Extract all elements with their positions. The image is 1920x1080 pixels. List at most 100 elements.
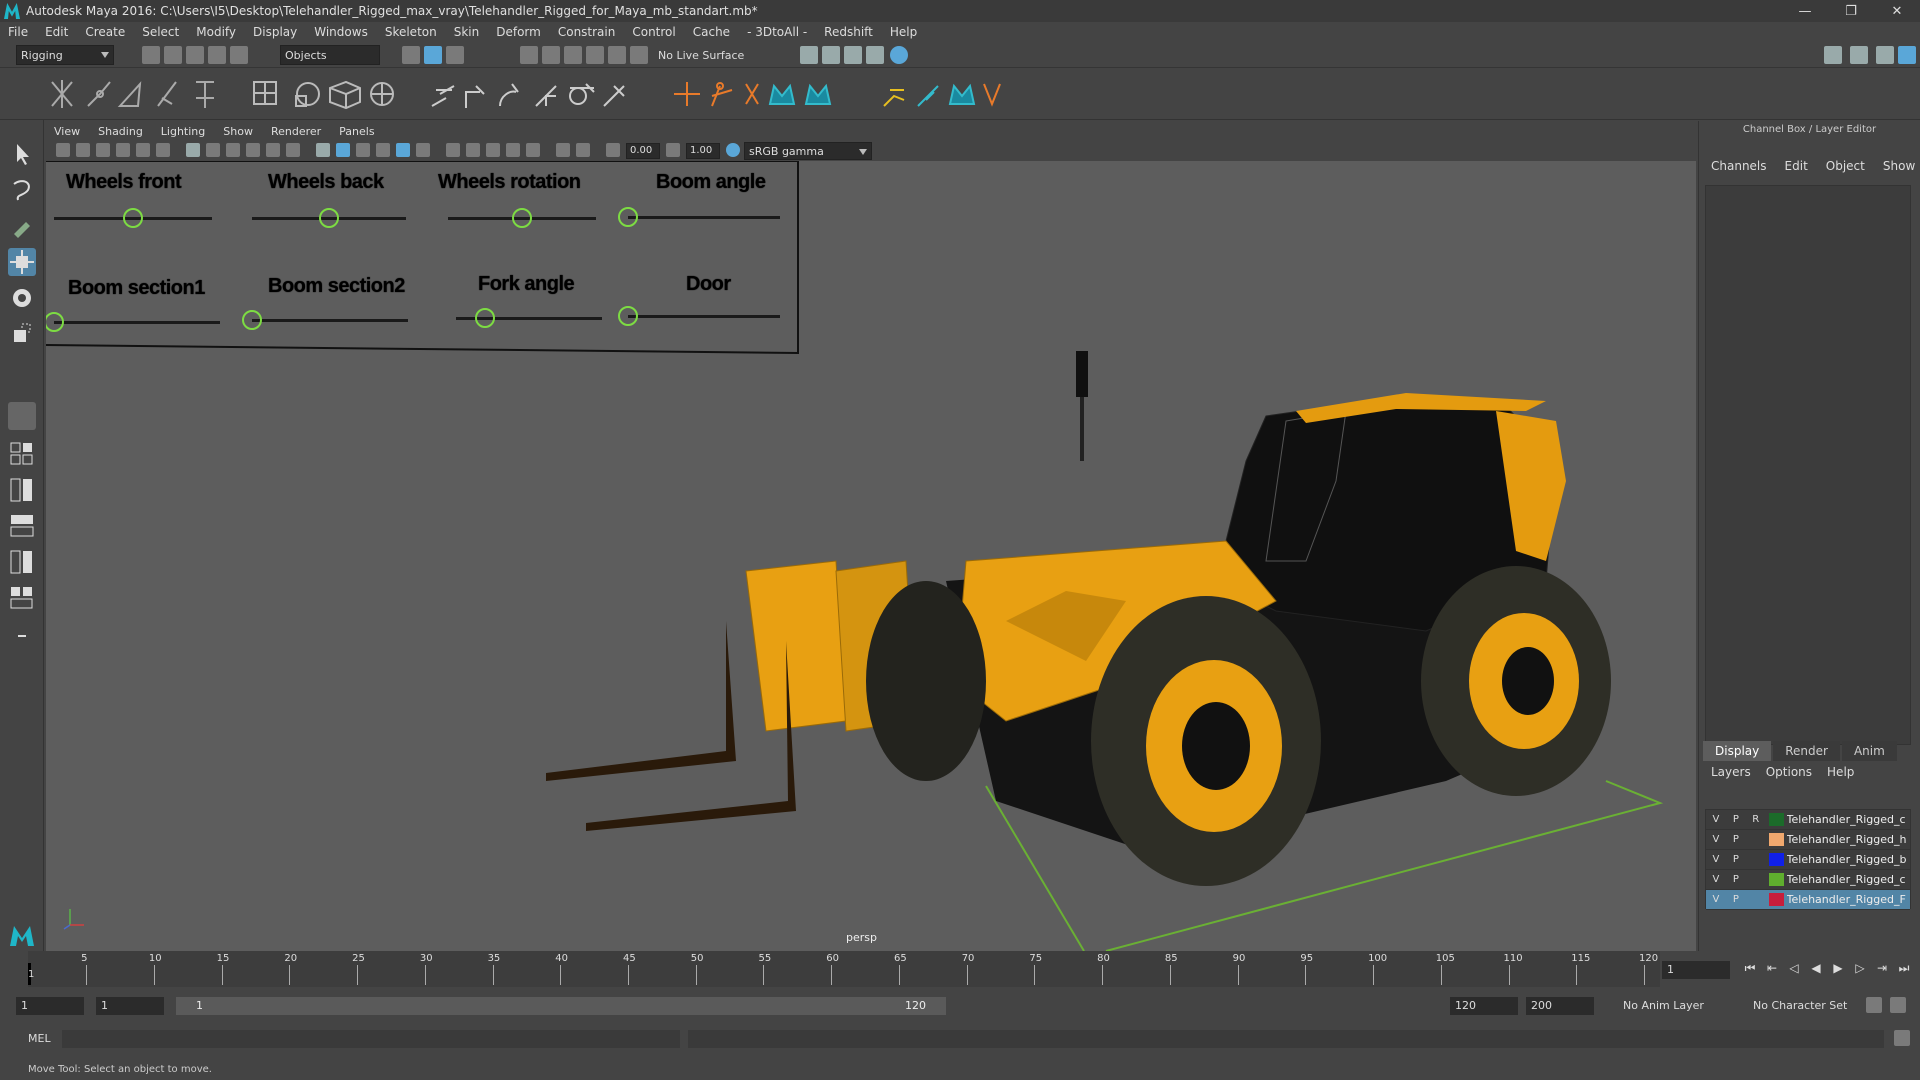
- undo-icon[interactable]: [208, 46, 226, 64]
- hypershade-icon[interactable]: [890, 46, 908, 64]
- maya-home-icon[interactable]: [8, 920, 36, 948]
- color-space-dropdown[interactable]: sRGB gamma: [744, 142, 872, 160]
- layer-color-swatch[interactable]: [1768, 813, 1784, 826]
- menu-deform[interactable]: Deform: [496, 25, 541, 39]
- panel-menu-show[interactable]: Show: [223, 125, 253, 138]
- menu-3dtoall[interactable]: - 3DtoAll -: [747, 25, 807, 39]
- menu-select[interactable]: Select: [142, 25, 179, 39]
- layer-menu-help[interactable]: Help: [1827, 765, 1854, 779]
- layer-visible-toggle[interactable]: V: [1706, 814, 1726, 825]
- anim-layer-dropdown[interactable]: No Anim Layer: [1618, 997, 1730, 1015]
- current-frame-field[interactable]: 1: [1662, 961, 1730, 979]
- xray-active-icon[interactable]: [576, 143, 590, 157]
- playback-end-field[interactable]: 120: [1450, 997, 1518, 1015]
- step-back-frame-icon[interactable]: ◁: [1786, 961, 1802, 975]
- snap-together-icon[interactable]: [630, 46, 648, 64]
- panel-menu-lighting[interactable]: Lighting: [161, 125, 205, 138]
- safe-action-icon[interactable]: [286, 143, 300, 157]
- layer-playback-toggle[interactable]: P: [1726, 894, 1746, 905]
- menu-skeleton[interactable]: Skeleton: [385, 25, 437, 39]
- layer-visible-toggle[interactable]: V: [1706, 834, 1726, 845]
- layer-playback-toggle[interactable]: P: [1726, 854, 1746, 865]
- panel-menu-view[interactable]: View: [54, 125, 80, 138]
- anim-start-field[interactable]: 1: [16, 997, 84, 1015]
- menu-display[interactable]: Display: [253, 25, 297, 39]
- go-to-end-icon[interactable]: ⏭: [1896, 961, 1912, 975]
- gamma-icon[interactable]: [666, 143, 680, 157]
- layer-playback-toggle[interactable]: P: [1726, 834, 1746, 845]
- menu-redshift[interactable]: Redshift: [824, 25, 873, 39]
- layout-single-icon[interactable]: [8, 402, 36, 430]
- panel-menu-panels[interactable]: Panels: [339, 125, 374, 138]
- panel-menu-renderer[interactable]: Renderer: [271, 125, 321, 138]
- lights-icon[interactable]: [416, 143, 430, 157]
- lasso-tool-icon[interactable]: [8, 176, 36, 204]
- field-chart-icon[interactable]: [266, 143, 280, 157]
- layer-menu-options[interactable]: Options: [1766, 765, 1812, 779]
- render-settings-icon[interactable]: [866, 46, 884, 64]
- layer-color-swatch[interactable]: [1768, 833, 1784, 846]
- tool-settings-icon[interactable]: [1876, 46, 1894, 64]
- menu-cache[interactable]: Cache: [693, 25, 730, 39]
- modeling-toolkit-icon[interactable]: [1824, 46, 1842, 64]
- layer-color-swatch[interactable]: [1768, 853, 1784, 866]
- layer-color-swatch[interactable]: [1768, 893, 1784, 906]
- redo-icon[interactable]: [230, 46, 248, 64]
- default-material-icon[interactable]: [356, 143, 370, 157]
- layer-display-type-toggle[interactable]: R: [1746, 814, 1766, 825]
- layer-visible-toggle[interactable]: V: [1706, 894, 1726, 905]
- step-forward-frame-icon[interactable]: ▷: [1852, 961, 1868, 975]
- close-button[interactable]: ✕: [1874, 0, 1920, 22]
- color-management-icon[interactable]: [726, 143, 740, 157]
- tab-display[interactable]: Display: [1703, 741, 1772, 761]
- animation-prefs-icon[interactable]: [1890, 997, 1906, 1013]
- layer-visible-toggle[interactable]: V: [1706, 874, 1726, 885]
- grid-toggle-icon[interactable]: [186, 143, 200, 157]
- character-set-dropdown[interactable]: No Character Set: [1748, 997, 1864, 1015]
- tab-anim[interactable]: Anim: [1841, 741, 1897, 761]
- bookmark-icon[interactable]: [96, 143, 110, 157]
- layer-row[interactable]: V P R Telehandler_Rigged_c: [1706, 810, 1910, 830]
- layer-playback-toggle[interactable]: P: [1726, 874, 1746, 885]
- layer-playback-toggle[interactable]: P: [1726, 814, 1746, 825]
- image-plane-icon[interactable]: [116, 143, 130, 157]
- paint-select-tool-icon[interactable]: [8, 212, 36, 240]
- step-forward-key-icon[interactable]: ⇥: [1874, 961, 1890, 975]
- cb-menu-object[interactable]: Object: [1826, 159, 1865, 173]
- exposure-field[interactable]: 0.00: [626, 143, 660, 159]
- collapse-toolbox-icon[interactable]: [8, 622, 36, 650]
- snap-grid-icon[interactable]: [520, 46, 538, 64]
- layout-outliner-icon[interactable]: [8, 512, 36, 540]
- range-bar[interactable]: 1 120: [176, 997, 946, 1015]
- layer-color-swatch[interactable]: [1768, 873, 1784, 886]
- select-mode-dropdown[interactable]: Objects: [280, 45, 380, 65]
- layout-four-icon[interactable]: [8, 440, 36, 468]
- tab-render[interactable]: Render: [1773, 741, 1840, 761]
- ipr-render-icon[interactable]: [844, 46, 862, 64]
- render-view-icon[interactable]: [822, 46, 840, 64]
- snap-point-icon[interactable]: [564, 46, 582, 64]
- save-scene-icon[interactable]: [186, 46, 204, 64]
- camera-lock-icon[interactable]: [76, 143, 90, 157]
- antialias-icon[interactable]: [506, 143, 520, 157]
- ambient-occlusion-icon[interactable]: [466, 143, 480, 157]
- render-frame-icon[interactable]: [800, 46, 818, 64]
- move-tool-icon[interactable]: [8, 248, 36, 276]
- smooth-shade-icon[interactable]: [336, 143, 350, 157]
- film-gate-icon[interactable]: [206, 143, 220, 157]
- camera-select-icon[interactable]: [56, 143, 70, 157]
- menu-help[interactable]: Help: [890, 25, 917, 39]
- xray-icon[interactable]: [556, 143, 570, 157]
- layer-row[interactable]: V P Telehandler_Rigged_c: [1706, 870, 1910, 890]
- layer-row-selected[interactable]: V P Telehandler_Rigged_F: [1706, 890, 1910, 910]
- new-scene-icon[interactable]: [142, 46, 160, 64]
- gamma-field[interactable]: 1.00: [686, 143, 720, 159]
- select-tool-icon[interactable]: [8, 140, 36, 168]
- live-surface-field[interactable]: No Live Surface: [654, 45, 762, 65]
- maximize-button[interactable]: ❐: [1828, 0, 1874, 22]
- select-by-hierarchy-icon[interactable]: [402, 46, 420, 64]
- snap-curve-icon[interactable]: [542, 46, 560, 64]
- channel-box-body[interactable]: [1705, 185, 1911, 745]
- resolution-gate-icon[interactable]: [226, 143, 240, 157]
- layer-visible-toggle[interactable]: V: [1706, 854, 1726, 865]
